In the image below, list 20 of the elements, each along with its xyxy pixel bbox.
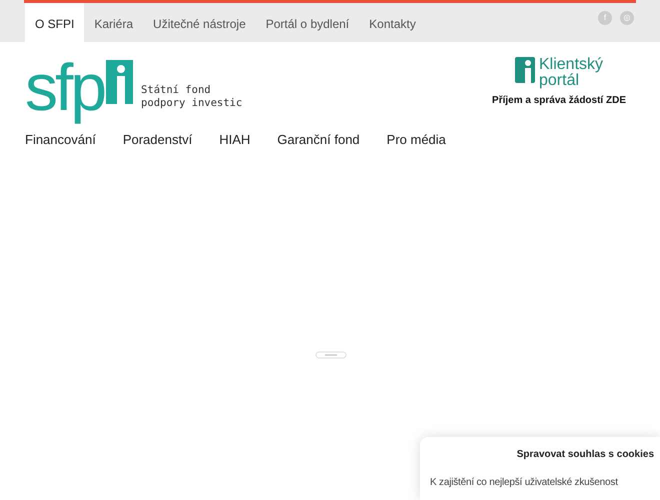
logo-subtitle: podpory investic [141,96,242,110]
logo-subtitle: Státní fond [141,84,212,97]
main-nav-link[interactable]: Garanční fond [277,130,360,150]
logo-i-icon [106,60,134,104]
top-nav-link[interactable]: Portál o bydlení [256,3,360,42]
main-nav-link[interactable]: Financování [25,130,96,150]
main-nav-link[interactable]: Poradenství [122,130,192,150]
loader-icon [315,351,347,359]
cookie-text: K zajištění co nejlepší uživatelské zkušenost [430,476,618,490]
top-nav-link[interactable]: Kontakty [359,3,426,42]
top-nav-link[interactable]: Užitečné nástroje [143,3,256,42]
top-nav-link[interactable]: O SFPI [25,3,84,42]
top-nav-link[interactable]: Kariéra [84,3,144,42]
portal-title[interactable]: Klientský [539,57,604,73]
portal-title[interactable]: portál [539,73,604,89]
main-nav-link[interactable]: Pro média [386,130,446,150]
cookie-title: Spravovat souhlas s cookies [516,448,654,462]
portal-caption[interactable]: Příjem a správa žádostí ZDE [492,93,626,108]
main-nav-link[interactable]: HIAH [219,130,250,150]
portal-i-icon [515,57,535,83]
